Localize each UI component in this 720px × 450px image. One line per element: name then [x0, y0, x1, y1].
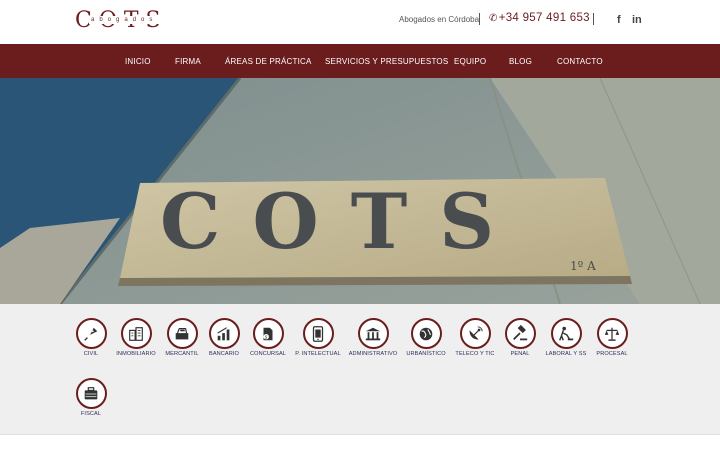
- floor-text: 1º A: [570, 259, 596, 273]
- area-label: FISCAL: [80, 411, 102, 417]
- area-icon-wrap: [550, 318, 582, 349]
- phone-icon: ✆: [489, 13, 498, 24]
- area-icon-wrap: [120, 318, 152, 349]
- nav-item-contacto[interactable]: CONTACTO: [557, 57, 603, 66]
- nav-item-servicios[interactable]: SERVICIOS Y PRESUPUESTOS: [325, 57, 448, 66]
- tablet-icon: [312, 325, 324, 342]
- logo-subtitle: abogados: [89, 16, 160, 24]
- area-icon-wrap: [596, 318, 628, 349]
- worker-icon: [559, 326, 574, 341]
- phone-link[interactable]: ✆+34 957 491 653: [489, 12, 590, 24]
- area-icon-wrap: [504, 318, 536, 349]
- separator: [593, 13, 594, 25]
- pen-nib-icon: [84, 327, 98, 341]
- cash-register-icon: [175, 327, 189, 339]
- bar-chart-icon: [217, 326, 230, 340]
- area-icon-wrap: $: [252, 318, 284, 349]
- area-icon-wrap: [302, 318, 334, 349]
- buildings-icon: [129, 326, 143, 341]
- separator: [479, 13, 480, 25]
- area-icon-wrap: [75, 378, 107, 409]
- area-icon-wrap: [459, 318, 491, 349]
- main-nav: INICIO FIRMA ÁREAS DE PRÁCTICA SERVICIOS…: [0, 44, 720, 78]
- area-icon-wrap: [410, 318, 442, 349]
- area-icon-wrap: [166, 318, 198, 349]
- area-fiscal[interactable]: FISCAL: [61, 378, 121, 417]
- logo[interactable]: COTS abogados: [75, 8, 167, 34]
- nav-item-blog[interactable]: BLOG: [509, 57, 532, 66]
- area-icon-wrap: [208, 318, 240, 349]
- linkedin-icon[interactable]: in: [632, 14, 642, 26]
- sign-text: COTS: [160, 177, 526, 266]
- tagline: Abogados en Córdoba: [399, 15, 480, 24]
- phone-number: +34 957 491 653: [498, 12, 590, 24]
- page-bottom: [0, 434, 720, 450]
- gavel-icon: [513, 324, 528, 340]
- site-header: COTS abogados Abogados en Córdoba ✆+34 9…: [0, 0, 720, 44]
- area-p-intelectual[interactable]: P. INTELECTUAL: [288, 318, 348, 357]
- area-icon-wrap: [357, 318, 389, 349]
- area-icon-wrap: [75, 318, 107, 349]
- area-label: P. INTELECTUAL: [295, 351, 341, 357]
- svg-text:$: $: [265, 334, 268, 340]
- briefcase-icon: [84, 386, 98, 399]
- area-procesal[interactable]: PROCESAL: [582, 318, 642, 357]
- nav-item-areas[interactable]: ÁREAS DE PRÁCTICA: [225, 57, 312, 66]
- nav-item-firma[interactable]: FIRMA: [175, 57, 201, 66]
- hero-image: COTS 1º A: [0, 78, 720, 304]
- nav-item-inicio[interactable]: INICIO: [125, 57, 151, 66]
- satellite-dish-icon: [469, 325, 483, 339]
- scales-icon: [604, 327, 620, 341]
- hero-photo: COTS 1º A: [0, 78, 720, 304]
- area-label: PROCESAL: [596, 351, 628, 357]
- document-money-icon: $: [263, 327, 273, 340]
- area-label: ADMINISTRATIVO: [348, 351, 398, 357]
- practice-areas: CIVIL INMOBILIARIO MERCANTIL BANCARIO $ …: [0, 304, 720, 434]
- nav-item-equipo[interactable]: EQUIPO: [454, 57, 486, 66]
- facebook-icon[interactable]: f: [617, 14, 621, 26]
- area-administrativo[interactable]: ADMINISTRATIVO: [343, 318, 403, 357]
- government-building-icon: [365, 327, 381, 340]
- globe-icon: [419, 327, 433, 340]
